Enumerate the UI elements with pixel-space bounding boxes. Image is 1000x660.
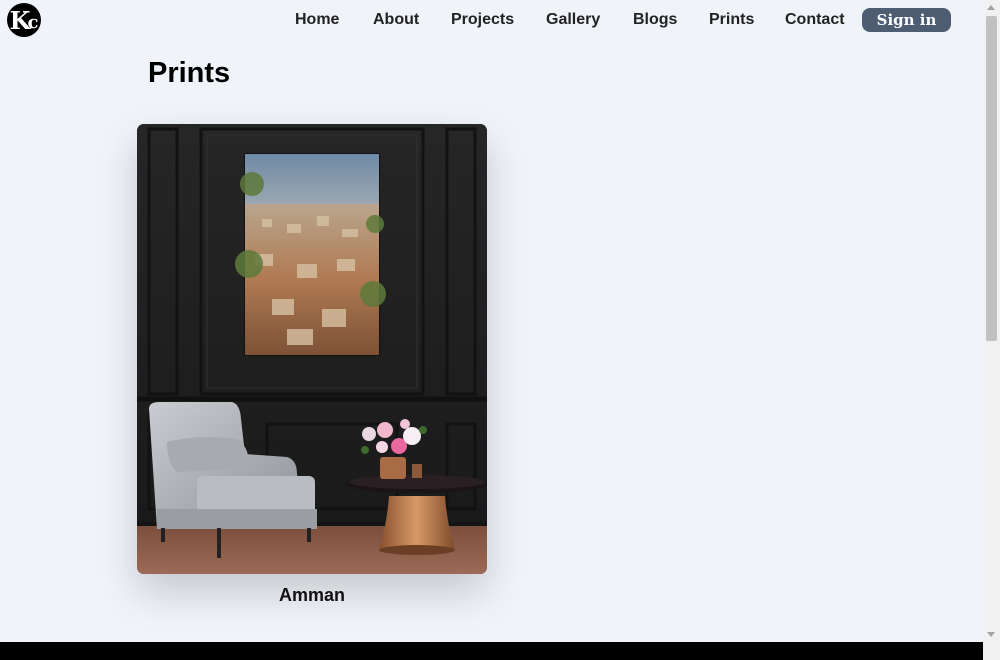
nav-projects[interactable]: Projects <box>451 8 514 32</box>
site-logo[interactable]: Kc <box>7 3 41 37</box>
sign-in-button[interactable]: Sign in <box>862 8 951 32</box>
nav-contact[interactable]: Contact <box>785 8 845 32</box>
site-header: Kc Home About Projects Gallery Blogs Pri… <box>0 0 983 40</box>
vertical-scrollbar[interactable] <box>983 0 1000 642</box>
nav-gallery[interactable]: Gallery <box>546 8 600 32</box>
print-mockup-image <box>137 124 487 574</box>
nav-blogs[interactable]: Blogs <box>633 8 677 32</box>
nav-prints[interactable]: Prints <box>709 8 754 32</box>
logo-mark: c <box>27 11 39 33</box>
nav-home[interactable]: Home <box>295 8 339 32</box>
scrollbar-corner <box>983 642 1000 660</box>
page-footer <box>0 642 983 660</box>
page-title: Prints <box>148 57 231 89</box>
scroll-up-icon[interactable] <box>987 5 995 10</box>
scroll-down-icon[interactable] <box>987 632 995 637</box>
nav-about[interactable]: About <box>373 8 419 32</box>
print-caption[interactable]: Amman <box>137 585 487 606</box>
print-card-image[interactable] <box>137 124 487 574</box>
scrollbar-thumb[interactable] <box>986 16 997 341</box>
